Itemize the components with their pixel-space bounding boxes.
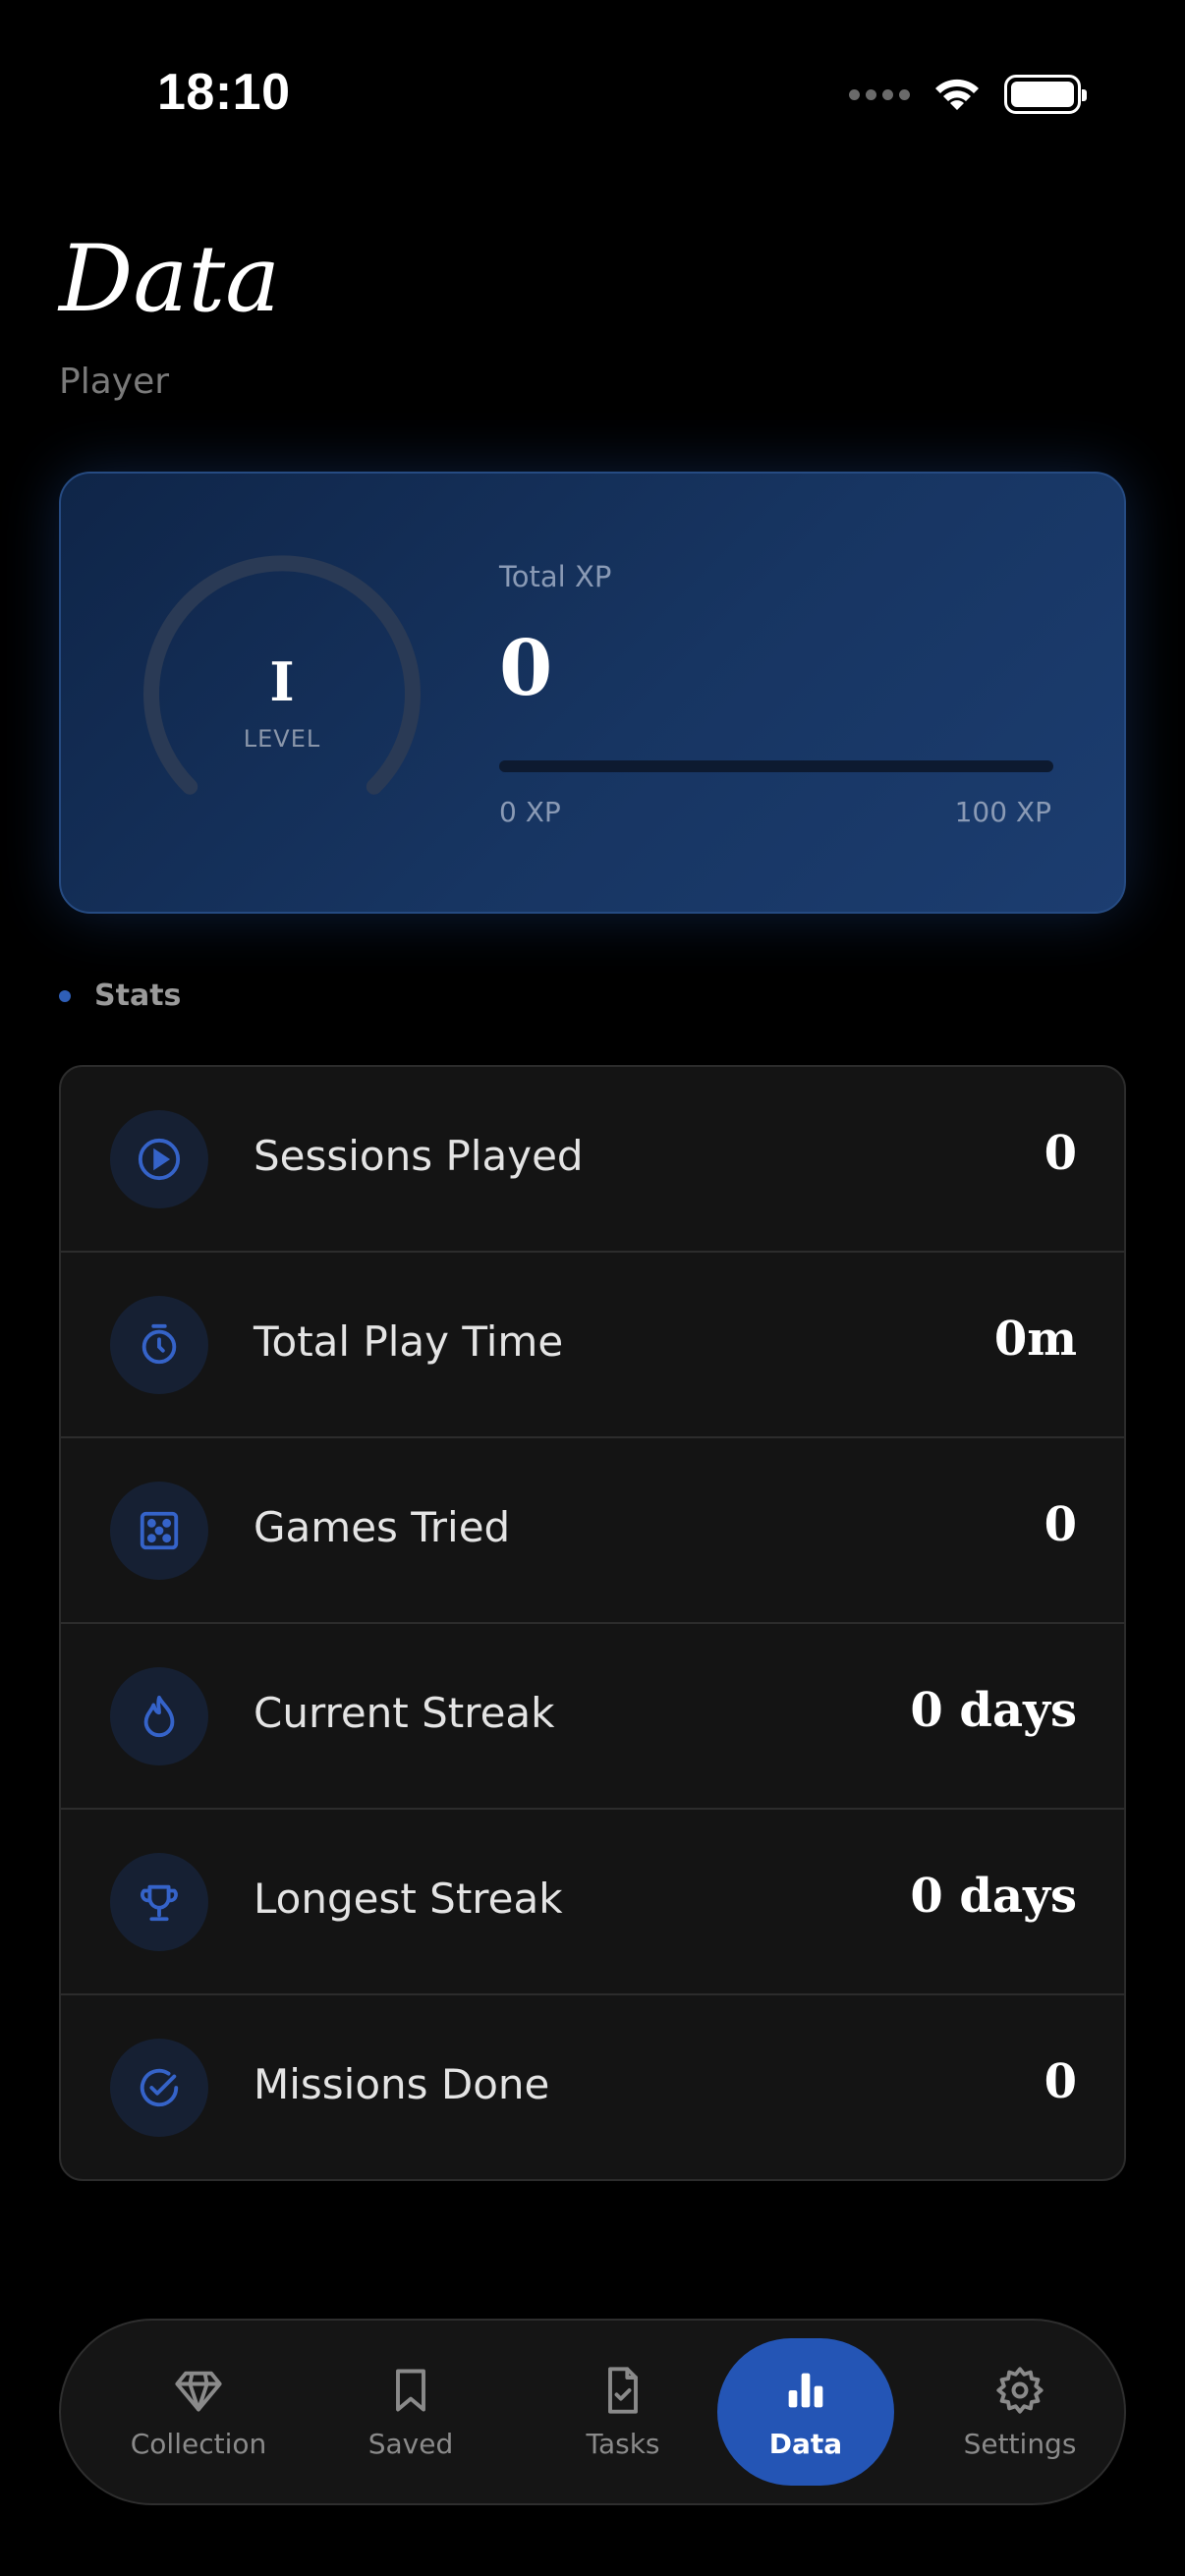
status-time: 18:10 — [157, 64, 291, 121]
nav-item-data[interactable]: Data — [717, 2338, 894, 2486]
stats-card: Sessions Played 0 Total Play Time 0m Gam… — [59, 1065, 1126, 2181]
battery-icon — [1004, 75, 1087, 114]
page-subtitle: Player — [59, 362, 170, 402]
nav-item-collection[interactable]: Collection — [110, 2338, 287, 2486]
stat-row-missions-done: Missions Done 0 — [61, 1995, 1124, 2179]
check-circle-icon — [110, 2039, 208, 2137]
level-label: LEVEL — [243, 725, 321, 753]
stat-value: 0 — [1044, 1126, 1077, 1181]
nav-item-saved[interactable]: Saved — [322, 2338, 499, 2486]
nav-label: Tasks — [586, 2427, 660, 2460]
stat-row-sessions-played: Sessions Played 0 — [61, 1067, 1124, 1253]
level-card: I LEVEL Total XP 0 0 XP 100 XP — [59, 472, 1126, 914]
dice-icon — [110, 1482, 208, 1580]
stat-row-total-play-time: Total Play Time 0m — [61, 1253, 1124, 1438]
nav-label: Data — [768, 2427, 843, 2460]
play-circle-icon — [110, 1110, 208, 1208]
xp-value: 0 — [499, 624, 553, 713]
stat-value: 0 — [1044, 2054, 1077, 2109]
stat-label: Sessions Played — [254, 1132, 584, 1180]
nav-label: Saved — [367, 2427, 454, 2460]
stat-row-games-tried: Games Tried 0 — [61, 1438, 1124, 1624]
trophy-icon — [110, 1853, 208, 1951]
status-icons — [849, 75, 1087, 114]
xp-max-label: 100 XP — [954, 796, 1051, 828]
gear-icon — [996, 2366, 1044, 2414]
cellular-signal-icon — [849, 88, 910, 100]
level-value: I — [269, 650, 295, 713]
flame-icon — [110, 1667, 208, 1765]
page-title: Data — [59, 226, 281, 333]
xp-min-label: 0 XP — [499, 796, 561, 828]
bar-chart-icon — [788, 2373, 823, 2407]
stat-value: 0m — [993, 1312, 1077, 1367]
section-title: Stats — [94, 979, 182, 1013]
stopwatch-icon — [110, 1296, 208, 1394]
stat-row-longest-streak: Longest Streak 0 days — [61, 1810, 1124, 1995]
nav-item-settings[interactable]: Settings — [931, 2338, 1108, 2486]
xp-progress-bar — [499, 760, 1053, 772]
nav-label: Settings — [963, 2427, 1077, 2460]
status-bar: 18:10 — [0, 0, 1185, 187]
bottom-nav: Collection Saved Tasks Data Settings — [59, 2319, 1126, 2505]
stat-label: Current Streak — [254, 1689, 555, 1737]
stat-label: Games Tried — [254, 1503, 511, 1551]
nav-label: Collection — [130, 2427, 267, 2460]
stat-row-current-streak: Current Streak 0 days — [61, 1624, 1124, 1810]
stat-label: Longest Streak — [254, 1875, 563, 1923]
nav-item-tasks[interactable]: Tasks — [535, 2338, 711, 2486]
stat-value: 0 days — [910, 1683, 1077, 1738]
stat-label: Missions Done — [254, 2060, 550, 2108]
gem-icon — [175, 2371, 222, 2411]
stat-value: 0 — [1044, 1497, 1077, 1552]
stat-value: 0 days — [910, 1869, 1077, 1924]
xp-label: Total XP — [499, 560, 612, 593]
stat-label: Total Play Time — [254, 1317, 564, 1366]
file-check-icon — [608, 2366, 638, 2414]
section-dot-icon — [59, 989, 71, 1002]
bookmark-icon — [396, 2369, 425, 2411]
stats-section-header: Stats — [59, 979, 181, 1013]
wifi-icon — [935, 79, 979, 110]
